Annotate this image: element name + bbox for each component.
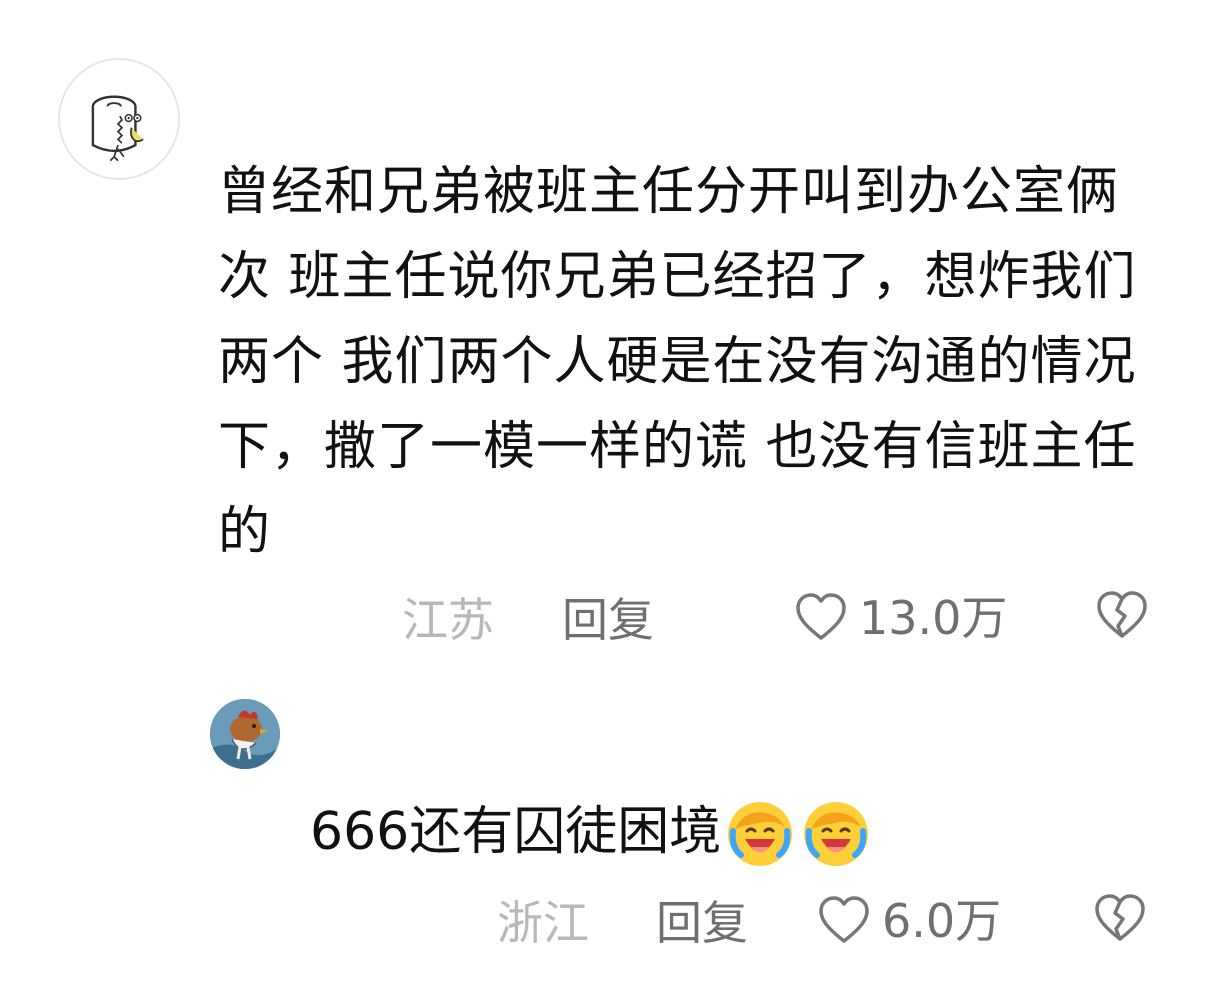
like-count: 13.0万 (859, 591, 1008, 645)
rooster-avatar-icon (210, 699, 280, 769)
reply-location: 浙江 (497, 896, 589, 950)
crying-laughing-emoji-icon (723, 795, 797, 869)
reply-text: 666还有囚徒困境 (310, 802, 722, 862)
like-button[interactable]: 13.0万 (793, 588, 1007, 648)
broken-heart-icon (1095, 894, 1145, 941)
avatar[interactable] (58, 58, 180, 180)
like-button[interactable]: 6.0万 (816, 891, 1001, 951)
reply-button[interactable]: 回复 (562, 590, 654, 650)
comment-location: 江苏 (402, 593, 494, 647)
crying-laughing-emoji-icon (799, 795, 873, 869)
comment-text: 曾经和兄弟被班主任分开叫到办公室俩次 班主任说你兄弟已经招了，想炸我们两个 我们… (218, 162, 1137, 562)
heart-icon (819, 896, 869, 943)
reply-text-row: 666还有囚徒困境 (310, 795, 873, 869)
toilet-paper-avatar-icon (91, 95, 144, 162)
dislike-button[interactable] (1092, 891, 1148, 947)
reply-button[interactable]: 回复 (656, 893, 748, 953)
broken-heart-icon (1097, 591, 1147, 638)
dislike-button[interactable] (1094, 588, 1150, 644)
avatar[interactable] (210, 699, 280, 769)
like-count: 6.0万 (882, 894, 1002, 948)
heart-icon (796, 593, 846, 640)
